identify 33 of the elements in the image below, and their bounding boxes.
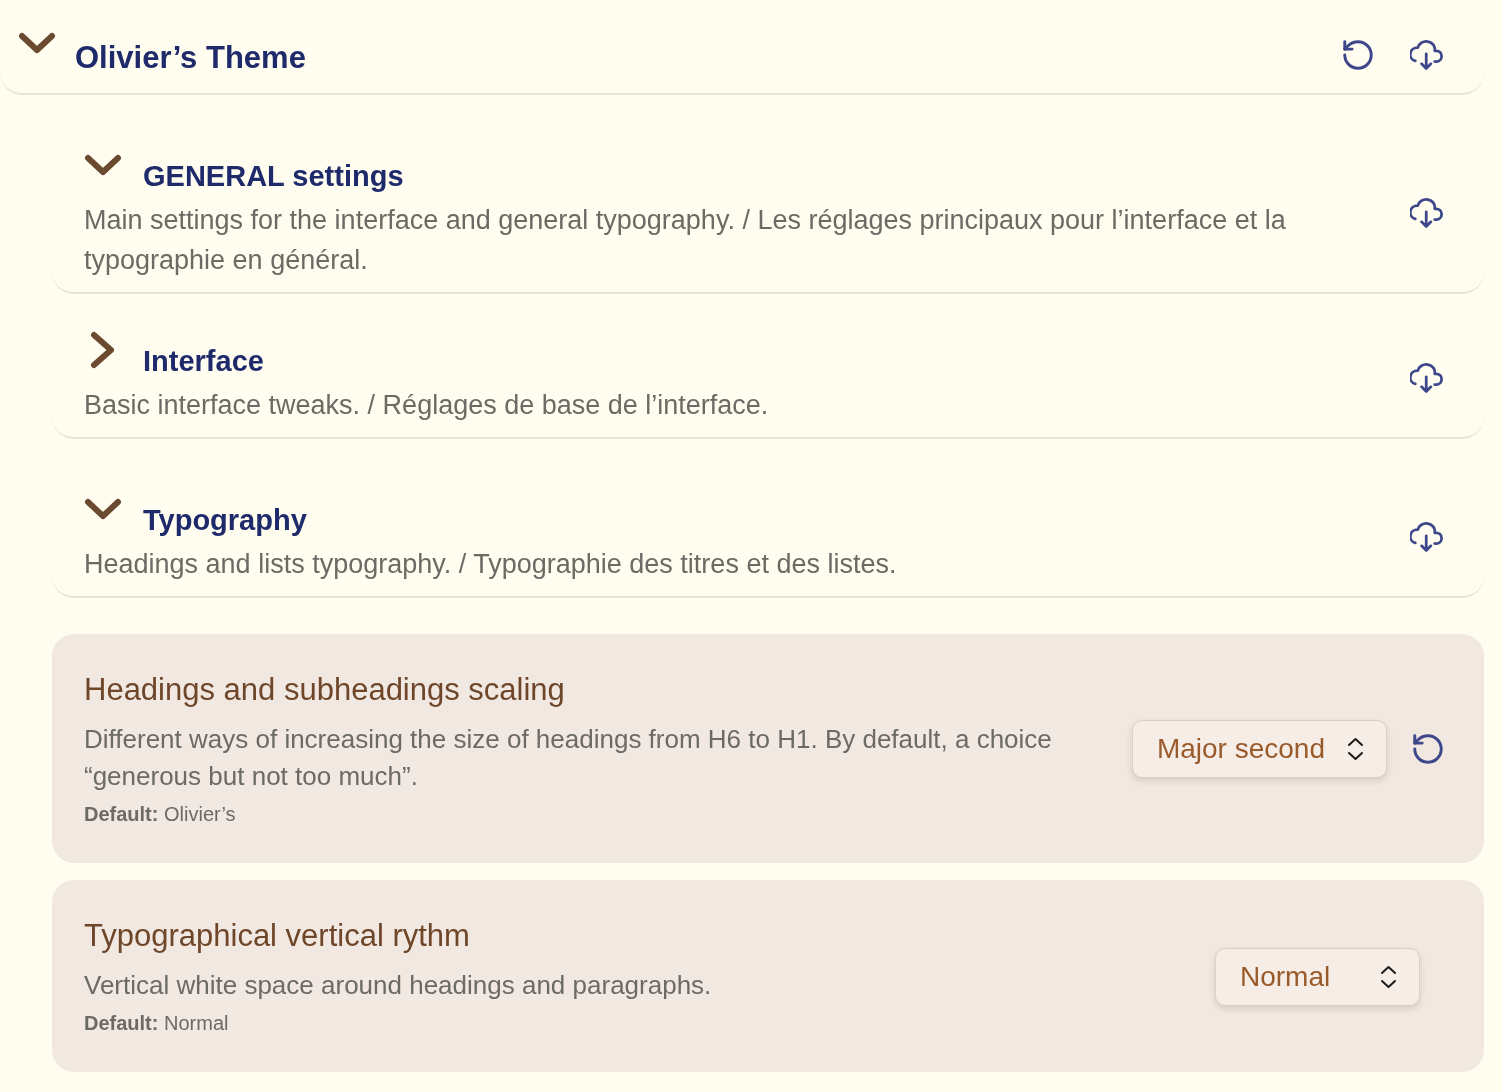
section-description: Basic interface tweaks. / Réglages de base de l’interface. — [84, 389, 770, 422]
dropdown[interactable]: Normal — [1215, 947, 1420, 1006]
chevron-down-icon[interactable] — [84, 498, 122, 520]
section-title: Interface — [143, 344, 264, 378]
download-button[interactable] — [1410, 362, 1444, 393]
dropdown[interactable]: Major second — [1131, 720, 1387, 778]
chevron-down-icon[interactable] — [18, 32, 56, 54]
reset-icon — [1413, 734, 1443, 764]
section-description: Headings and lists typography. / Typographie des titres et des listes. — [84, 548, 898, 581]
theme-title: Olivier’s Theme — [75, 40, 306, 76]
chevron-right-icon[interactable] — [90, 331, 116, 369]
cloud-download-icon — [1410, 521, 1444, 552]
download-button[interactable] — [1410, 197, 1444, 228]
updown-chevron-icon — [1347, 737, 1364, 761]
download-button[interactable] — [1410, 521, 1444, 552]
section-description: Main settings for the interface and general typography. / Les réglages principaux pour l’interface et la typographie en général. — [84, 204, 1287, 277]
setting-title: Headings and subheadings scaling — [84, 672, 566, 708]
section-title: Typography — [143, 503, 307, 537]
section-title: GENERAL settings — [143, 159, 404, 193]
default-note: Default: Normal — [84, 1011, 230, 1035]
setting-description: Vertical white space around headings and paragraphs. — [84, 969, 713, 1002]
cloud-download-icon — [1410, 197, 1444, 228]
cloud-download-icon — [1410, 362, 1444, 393]
setting-title: Typographical vertical rythm — [84, 918, 471, 954]
updown-chevron-icon — [1380, 964, 1397, 989]
chevron-down-icon[interactable] — [84, 154, 122, 176]
default-note: Default: Olivier’s — [84, 802, 237, 826]
reset-icon — [1343, 40, 1373, 70]
download-button[interactable] — [1410, 40, 1444, 70]
setting-description: Different ways of increasing the size of headings from H6 to H1. By default, a choice “generous but not too much”. — [84, 723, 1053, 793]
reset-button[interactable] — [1413, 734, 1443, 764]
cloud-download-icon — [1410, 40, 1444, 70]
reset-button[interactable] — [1343, 40, 1373, 70]
